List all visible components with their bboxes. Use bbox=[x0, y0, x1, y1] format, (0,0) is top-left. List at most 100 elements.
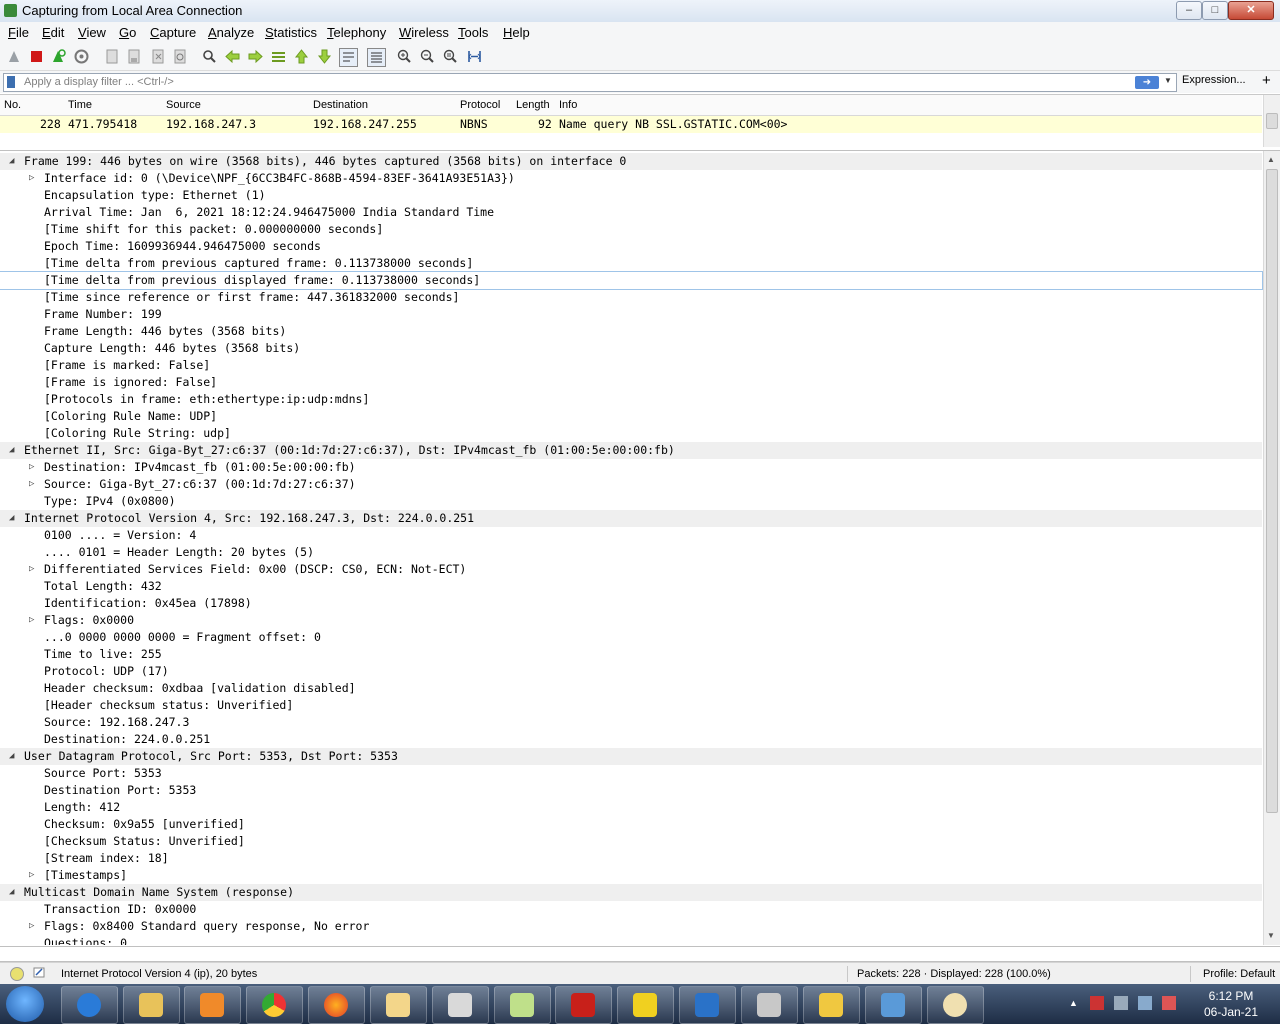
expand-arrow-icon[interactable]: ▷ bbox=[29, 459, 34, 476]
acrobat-icon[interactable] bbox=[555, 986, 612, 1024]
tree-field-row[interactable]: [Protocols in frame: eth:ethertype:ip:ud… bbox=[0, 391, 1262, 408]
scrollbar-thumb[interactable] bbox=[1266, 113, 1278, 129]
tree-section-header[interactable]: ◢ User Datagram Protocol, Src Port: 5353,… bbox=[0, 748, 1262, 765]
snipping-tool-icon[interactable] bbox=[432, 986, 489, 1024]
media-player-icon[interactable] bbox=[184, 986, 241, 1024]
find-packet-icon[interactable] bbox=[201, 48, 218, 65]
tree-field-row[interactable]: Total Length: 432 bbox=[0, 578, 1262, 595]
scroll-down-icon[interactable]: ▼ bbox=[1267, 931, 1275, 940]
tree-field-row[interactable]: Encapsulation type: Ethernet (1) bbox=[0, 187, 1262, 204]
last-packet-icon[interactable] bbox=[316, 48, 333, 65]
tool-t-icon[interactable] bbox=[617, 986, 674, 1024]
go-forward-icon[interactable] bbox=[247, 48, 264, 65]
open-file-icon[interactable] bbox=[104, 48, 121, 65]
firefox-icon[interactable] bbox=[308, 986, 365, 1024]
minimize-button[interactable]: – bbox=[1176, 1, 1202, 20]
tree-section-header[interactable]: ◢ Multicast Domain Name System (response) bbox=[0, 884, 1262, 901]
filter-history-dropdown-icon[interactable]: ▼ bbox=[1164, 76, 1172, 85]
menu-go[interactable]: Go bbox=[119, 25, 136, 40]
tree-field-row[interactable]: ▷ Flags: 0x8400 Standard query response, … bbox=[0, 918, 1262, 935]
expand-arrow-icon[interactable]: ▷ bbox=[29, 612, 34, 629]
scrollbar-thumb[interactable] bbox=[1266, 169, 1278, 813]
column-destination[interactable]: Destination bbox=[313, 99, 368, 111]
internet-explorer-icon[interactable] bbox=[61, 986, 118, 1024]
expand-arrow-icon[interactable]: ▷ bbox=[29, 476, 34, 493]
column-length[interactable]: Length bbox=[516, 99, 550, 111]
taskbar-clock[interactable]: 6:12 PM 06-Jan-21 bbox=[1190, 988, 1272, 1020]
column-info[interactable]: Info bbox=[559, 99, 577, 111]
menu-telephony[interactable]: Telephony bbox=[327, 25, 386, 40]
tree-field-row[interactable]: [Stream index: 18] bbox=[0, 850, 1262, 867]
restart-capture-icon[interactable] bbox=[50, 48, 67, 65]
chrome-icon[interactable] bbox=[246, 986, 303, 1024]
tree-field-row[interactable]: [Time delta from previous captured frame… bbox=[0, 255, 1262, 272]
show-hidden-icons-icon[interactable]: ▲ bbox=[1069, 998, 1078, 1008]
tree-section-header[interactable]: ◢ Ethernet II, Src: Giga-Byt_27:c6:37 (00… bbox=[0, 442, 1262, 459]
close-file-icon[interactable] bbox=[150, 48, 167, 65]
tree-section-header[interactable]: ◢ Frame 199: 446 bytes on wire (3568 bits… bbox=[0, 153, 1262, 170]
zoom-out-icon[interactable] bbox=[419, 48, 436, 65]
collapse-arrow-icon[interactable]: ◢ bbox=[9, 748, 14, 765]
display-filter-input[interactable]: Apply a display filter ... <Ctrl-/> ➜ ▼ bbox=[3, 73, 1177, 92]
bookmark-icon[interactable] bbox=[7, 76, 15, 88]
packet-bytes-pane[interactable] bbox=[0, 946, 1280, 962]
expand-arrow-icon[interactable]: ▷ bbox=[29, 918, 34, 935]
tree-field-row[interactable]: Header checksum: 0xdbaa [validation disa… bbox=[0, 680, 1262, 697]
colorize-icon[interactable] bbox=[367, 48, 386, 67]
wireshark-taskbar-icon[interactable] bbox=[679, 986, 736, 1024]
packet-row[interactable]: 228 471.795418 192.168.247.3 192.168.247… bbox=[0, 116, 1262, 133]
tree-section-header[interactable]: ◢ Internet Protocol Version 4, Src: 192.1… bbox=[0, 510, 1262, 527]
package-icon[interactable] bbox=[741, 986, 798, 1024]
tree-field-row[interactable]: ...0 0000 0000 0000 = Fragment offset: 0 bbox=[0, 629, 1262, 646]
mail-icon[interactable] bbox=[370, 986, 427, 1024]
network-icon[interactable] bbox=[1138, 996, 1152, 1010]
tree-field-row[interactable]: [Header checksum status: Unverified] bbox=[0, 697, 1262, 714]
reload-file-icon[interactable] bbox=[172, 48, 189, 65]
tree-field-row[interactable]: ▷ [Timestamps] bbox=[0, 867, 1262, 884]
menu-wireless[interactable]: Wireless bbox=[399, 25, 449, 40]
menu-file[interactable]: File bbox=[8, 25, 29, 40]
tree-field-row[interactable]: Questions: 0 bbox=[0, 935, 1262, 945]
packet-list-scrollbar[interactable] bbox=[1263, 95, 1280, 147]
remote-desktop-icon[interactable] bbox=[865, 986, 922, 1024]
tree-field-row[interactable]: [Checksum Status: Unverified] bbox=[0, 833, 1262, 850]
menu-capture[interactable]: Capture bbox=[150, 25, 196, 40]
column-time[interactable]: Time bbox=[68, 99, 92, 111]
resize-columns-icon[interactable] bbox=[466, 48, 483, 65]
menu-analyze[interactable]: Analyze bbox=[208, 25, 254, 40]
cheetah-icon[interactable] bbox=[803, 986, 860, 1024]
tree-field-row[interactable]: [Time delta from previous displayed fram… bbox=[0, 271, 1263, 290]
save-file-icon[interactable] bbox=[126, 48, 143, 65]
status-profile[interactable]: Profile: Default bbox=[1203, 968, 1275, 980]
paint-icon[interactable] bbox=[927, 986, 984, 1024]
tree-field-row[interactable]: [Frame is marked: False] bbox=[0, 357, 1262, 374]
tree-field-row[interactable]: [Coloring Rule String: udp] bbox=[0, 425, 1262, 442]
tree-field-row[interactable]: .... 0101 = Header Length: 20 bytes (5) bbox=[0, 544, 1262, 561]
autoscroll-icon[interactable] bbox=[339, 48, 358, 67]
collapse-arrow-icon[interactable]: ◢ bbox=[9, 442, 14, 459]
expand-arrow-icon[interactable]: ▷ bbox=[29, 867, 34, 884]
tree-field-row[interactable]: Destination Port: 5353 bbox=[0, 782, 1262, 799]
stop-capture-icon[interactable] bbox=[28, 48, 45, 65]
tree-field-row[interactable]: 0100 .... = Version: 4 bbox=[0, 527, 1262, 544]
first-packet-icon[interactable] bbox=[293, 48, 310, 65]
menu-statistics[interactable]: Statistics bbox=[265, 25, 317, 40]
column-protocol[interactable]: Protocol bbox=[460, 99, 500, 111]
menu-tools[interactable]: Tools bbox=[458, 25, 488, 40]
scroll-up-icon[interactable]: ▲ bbox=[1267, 155, 1275, 164]
menu-view[interactable]: View bbox=[78, 25, 106, 40]
go-to-packet-icon[interactable] bbox=[270, 48, 287, 65]
file-explorer-icon[interactable] bbox=[123, 986, 180, 1024]
tree-field-row[interactable]: Checksum: 0x9a55 [unverified] bbox=[0, 816, 1262, 833]
expand-arrow-icon[interactable]: ▷ bbox=[29, 561, 34, 578]
tree-field-row[interactable]: Frame Number: 199 bbox=[0, 306, 1262, 323]
flag-icon[interactable] bbox=[1090, 996, 1104, 1010]
action-center-icon[interactable] bbox=[1162, 996, 1176, 1010]
details-scrollbar[interactable]: ▲ ▼ bbox=[1263, 151, 1280, 945]
tree-field-row[interactable]: Source: 192.168.247.3 bbox=[0, 714, 1262, 731]
tree-field-row[interactable]: ▷ Interface id: 0 (\Device\NPF_{6CC3B4FC-… bbox=[0, 170, 1262, 187]
tree-field-row[interactable]: Type: IPv4 (0x0800) bbox=[0, 493, 1262, 510]
tree-field-row[interactable]: ▷ Source: Giga-Byt_27:c6:37 (00:1d:7d:27:… bbox=[0, 476, 1262, 493]
tree-field-row[interactable]: ▷ Destination: IPv4mcast_fb (01:00:5e:00:… bbox=[0, 459, 1262, 476]
tree-field-row[interactable]: Length: 412 bbox=[0, 799, 1262, 816]
